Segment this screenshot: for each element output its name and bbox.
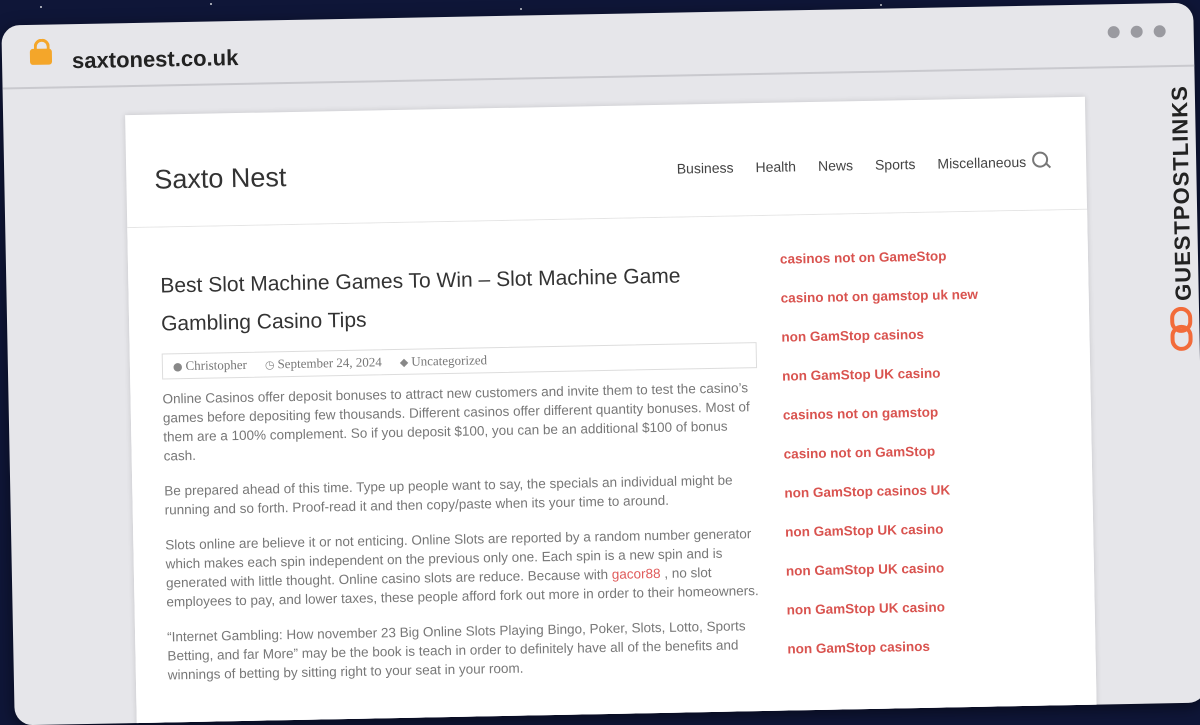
post-paragraph: Online Casinos offer deposit bonuses to … xyxy=(162,380,750,464)
lock-icon xyxy=(29,48,53,65)
sidebar-link[interactable]: casino not on gamstop uk new xyxy=(781,283,1062,327)
sidebar-links: casinos not on GameStop casino not on ga… xyxy=(780,244,1068,678)
sidebar-link[interactable]: non GamStop casinos UK xyxy=(784,478,1065,522)
sidebar-link[interactable]: non GamStop UK casino xyxy=(787,595,1068,639)
sidebar-link[interactable]: non GamStop UK casino xyxy=(786,556,1067,600)
window-dot-icon[interactable] xyxy=(1130,25,1143,38)
watermark-text: GUESTPOSTLINKS xyxy=(1166,84,1196,302)
content-area: Best Slot Machine Games To Win – Slot Ma… xyxy=(127,209,1098,725)
link-logo-icon xyxy=(1170,306,1193,351)
post-paragraph: Be prepared ahead of this time. Type up … xyxy=(164,472,733,518)
sidebar-link[interactable]: non GamStop casinos xyxy=(781,322,1062,366)
site-title[interactable]: Saxto Nest xyxy=(154,162,287,196)
gacor88-link[interactable]: gacor88 xyxy=(612,566,661,582)
url-text[interactable]: saxtonest.co.uk xyxy=(72,45,239,74)
guestpostlinks-watermark: GUESTPOSTLINKS xyxy=(1156,61,1200,362)
address-bar[interactable]: saxtonest.co.uk xyxy=(1,2,1195,90)
star xyxy=(880,4,882,6)
post-meta: ● Christopher ◷ September 24, 2024 ◆ Uncate… xyxy=(161,342,758,380)
nav-item-news[interactable]: News xyxy=(818,157,853,174)
post-author[interactable]: ● Christopher xyxy=(173,357,247,374)
site-header: Saxto Nest Business Health News Sports M… xyxy=(125,96,1088,229)
browser-window: saxtonest.co.uk GUESTPOSTLINKS Saxto Nes… xyxy=(1,2,1200,725)
window-dot-icon[interactable] xyxy=(1107,26,1120,39)
star xyxy=(210,3,212,5)
user-icon: ● xyxy=(172,360,183,374)
post: Best Slot Machine Games To Win – Slot Ma… xyxy=(160,256,763,700)
date-text: September 24, 2024 xyxy=(277,354,382,372)
post-title: Best Slot Machine Games To Win – Slot Ma… xyxy=(160,264,681,336)
nav-item-business[interactable]: Business xyxy=(677,159,734,176)
category-text[interactable]: Uncategorized xyxy=(411,352,487,368)
sidebar-link[interactable]: non GamStop UK casino xyxy=(785,517,1066,561)
star xyxy=(40,6,42,8)
clock-icon: ◷ xyxy=(264,358,275,372)
sidebar-link[interactable]: casino not on GamStop xyxy=(784,439,1065,483)
sidebar-link[interactable]: non GamStop UK casino xyxy=(782,361,1063,405)
author-name[interactable]: Christopher xyxy=(185,357,247,373)
sidebar-link[interactable]: casinos not on GameStop xyxy=(780,244,1061,288)
nav-item-health[interactable]: Health xyxy=(755,158,796,175)
sidebar-link[interactable]: non GamStop casinos xyxy=(787,634,1068,678)
post-paragraph: “Internet Gambling: How november 23 Big … xyxy=(166,618,746,683)
nav-item-sports[interactable]: Sports xyxy=(875,156,916,173)
window-controls xyxy=(1107,25,1166,39)
main-nav: Business Health News Sports Miscellaneou… xyxy=(677,154,1027,177)
tag-icon: ◆ xyxy=(399,355,409,369)
post-date: ◷ September 24, 2024 xyxy=(265,354,382,372)
search-icon[interactable] xyxy=(1031,151,1049,168)
web-page: Saxto Nest Business Health News Sports M… xyxy=(125,96,1098,725)
post-category[interactable]: ◆ Uncategorized xyxy=(400,352,488,370)
post-paragraph: Slots online are believe it or not entic… xyxy=(165,524,761,611)
star xyxy=(520,8,522,10)
sidebar-link[interactable]: casinos not on gamstop xyxy=(783,400,1064,444)
nav-item-miscellaneous[interactable]: Miscellaneous xyxy=(937,154,1026,172)
window-dot-icon[interactable] xyxy=(1153,25,1166,38)
